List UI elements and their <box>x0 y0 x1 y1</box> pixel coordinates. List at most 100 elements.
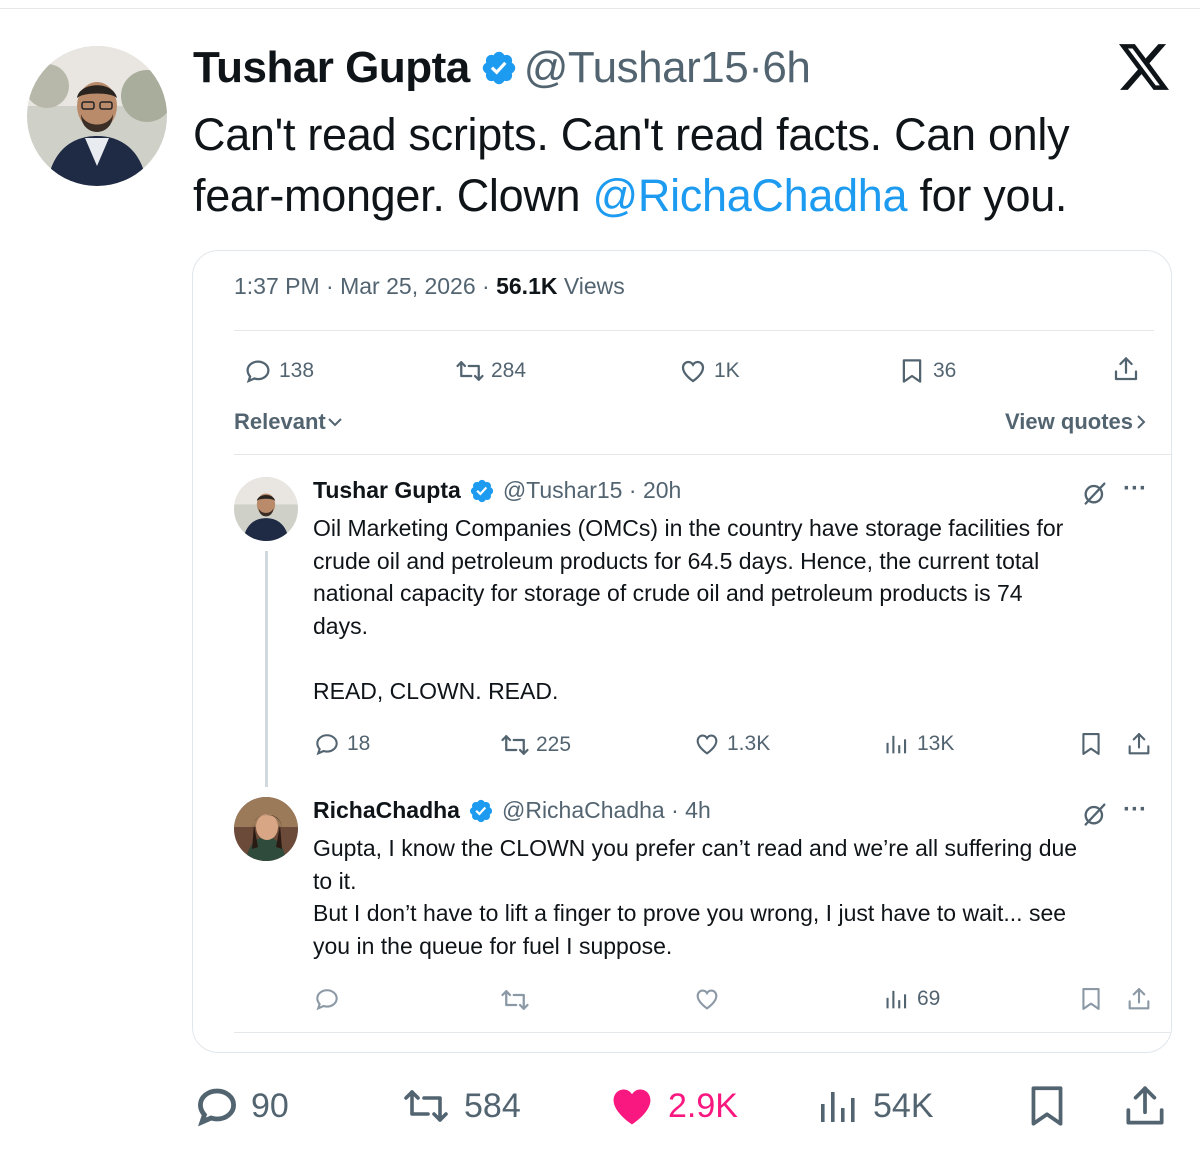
reply-time[interactable]: 20h <box>643 477 681 504</box>
quoted-share-button[interactable] <box>1111 354 1147 384</box>
tweet-text-line1: Can't read scripts. Can't read facts. Ca… <box>193 109 1070 160</box>
sort-label: Relevant <box>234 409 326 434</box>
retweet-icon[interactable] <box>500 985 530 1015</box>
separator: · <box>622 477 643 503</box>
reply-header: Tushar Gupta @Tushar15 · 20h <box>313 477 681 504</box>
tweet-time[interactable]: 6h <box>762 43 810 93</box>
quoted-reply-stat[interactable]: 138 <box>243 356 314 386</box>
like-count: 2.9K <box>668 1086 738 1125</box>
reply-views-stat[interactable]: 69 <box>883 985 940 1013</box>
author-name[interactable]: Tushar Gupta <box>193 43 470 93</box>
separator: · <box>664 797 686 823</box>
like-count: 1.3K <box>727 732 771 755</box>
quoted-bookmark-stat[interactable]: 36 <box>897 356 956 386</box>
more-options-icon[interactable]: ··· <box>1123 475 1147 503</box>
retweet-icon <box>500 730 530 760</box>
verified-icon <box>480 49 518 87</box>
reply-like-stat[interactable]: 1.3K <box>693 730 770 758</box>
avatar-image <box>234 797 298 861</box>
bookmark-icon <box>897 356 927 386</box>
share-icon[interactable] <box>1120 1081 1170 1131</box>
reply-count: 90 <box>251 1086 289 1125</box>
reply-icon <box>193 1082 241 1130</box>
reply-author-handle[interactable]: @RichaChadha <box>502 797 665 824</box>
share-icon[interactable] <box>1125 985 1153 1013</box>
retweet-count: 225 <box>536 733 572 756</box>
tweet-text-line2: fear-monger. Clown <box>193 170 593 221</box>
tweet-text: Can't read scripts. Can't read facts. Ca… <box>193 104 1173 226</box>
reply-text: Gupta, I know the CLOWN you prefer can’t… <box>313 835 1078 959</box>
reply-button[interactable]: 90 <box>193 1082 289 1130</box>
tweet-header: Tushar Gupta @Tushar15 · 6h <box>193 40 811 96</box>
views-icon <box>815 1082 863 1130</box>
quoted-date: Mar 25, 2026 <box>340 273 476 299</box>
heart-icon <box>678 356 708 386</box>
retweet-count: 584 <box>464 1086 521 1125</box>
quoted-views-label: Views <box>563 273 625 299</box>
reply-avatar[interactable] <box>234 477 298 541</box>
retweet-count: 284 <box>491 359 527 382</box>
bookmark-count: 36 <box>933 359 957 382</box>
quoted-meta: 1:37 PM · Mar 25, 2026 · 56.1K Views <box>234 273 625 299</box>
reply-avatar[interactable] <box>234 797 298 861</box>
views-button[interactable]: 54K <box>815 1082 934 1130</box>
grok-icon[interactable] <box>1081 800 1109 828</box>
bookmark-icon[interactable] <box>1022 1081 1072 1131</box>
mention-link[interactable]: @RichaChadha <box>592 170 907 221</box>
more-options-icon[interactable]: ··· <box>1123 796 1147 824</box>
reply-icon[interactable] <box>313 985 341 1013</box>
grok-icon[interactable] <box>1081 479 1109 507</box>
x-logo-icon <box>1119 44 1169 90</box>
divider <box>234 454 1171 455</box>
retweet-icon <box>455 356 485 386</box>
avatar-image <box>27 46 167 186</box>
bookmark-icon[interactable] <box>1077 985 1105 1013</box>
views-icon <box>883 985 911 1013</box>
quoted-time: 1:37 PM <box>234 273 320 299</box>
avatar[interactable] <box>27 46 167 186</box>
bookmark-icon[interactable] <box>1077 730 1105 758</box>
verified-icon <box>469 478 495 504</box>
retweet-icon <box>398 1082 454 1130</box>
quoted-like-stat[interactable]: 1K <box>678 356 740 386</box>
heart-icon[interactable] <box>693 985 721 1013</box>
reply-views-stat[interactable]: 13K <box>883 730 954 758</box>
thread-line <box>265 551 268 787</box>
heart-filled-icon <box>606 1080 658 1132</box>
chevron-down-icon <box>328 418 342 427</box>
reply-count: 138 <box>279 359 315 382</box>
views-count: 54K <box>873 1086 934 1125</box>
reply-icon <box>313 730 341 758</box>
reply-icon <box>243 356 273 386</box>
avatar-image <box>234 477 298 541</box>
chevron-right-icon <box>1137 415 1146 429</box>
reply-text: Oil Marketing Companies (OMCs) in the co… <box>313 515 1064 704</box>
reply-author-name[interactable]: RichaChadha <box>313 797 460 824</box>
view-quotes-label: View quotes <box>1005 409 1133 434</box>
views-icon <box>883 730 911 758</box>
sort-dropdown[interactable]: Relevant <box>234 409 344 435</box>
share-icon[interactable] <box>1125 730 1153 758</box>
verified-icon <box>468 798 494 824</box>
retweet-button[interactable]: 584 <box>398 1082 521 1130</box>
reply-author-handle[interactable]: @Tushar15 <box>503 477 623 504</box>
quoted-views-count: 56.1K <box>496 273 558 299</box>
tweet-text-line3: for you. <box>907 170 1068 221</box>
like-button[interactable]: 2.9K <box>606 1082 738 1130</box>
author-handle[interactable]: @Tushar15 <box>524 43 749 93</box>
like-count: 1K <box>714 359 740 382</box>
reply-header: RichaChadha @RichaChadha · 4h <box>313 797 711 824</box>
top-divider <box>0 8 1200 9</box>
separator: · <box>748 43 763 92</box>
heart-icon <box>693 730 721 758</box>
divider <box>234 1032 1171 1033</box>
views-count: 69 <box>917 987 941 1010</box>
quoted-retweet-stat[interactable]: 284 <box>455 356 526 386</box>
reply-time[interactable]: 4h <box>685 797 711 824</box>
reply-reply-stat[interactable]: 18 <box>313 730 370 758</box>
views-count: 13K <box>917 732 955 755</box>
reply-author-name[interactable]: Tushar Gupta <box>313 477 461 504</box>
view-quotes-link[interactable]: View quotes <box>1005 409 1149 435</box>
quoted-image-card[interactable]: 1:37 PM · Mar 25, 2026 · 56.1K Views 138… <box>192 250 1172 1053</box>
reply-retweet-stat[interactable]: 225 <box>500 730 571 760</box>
